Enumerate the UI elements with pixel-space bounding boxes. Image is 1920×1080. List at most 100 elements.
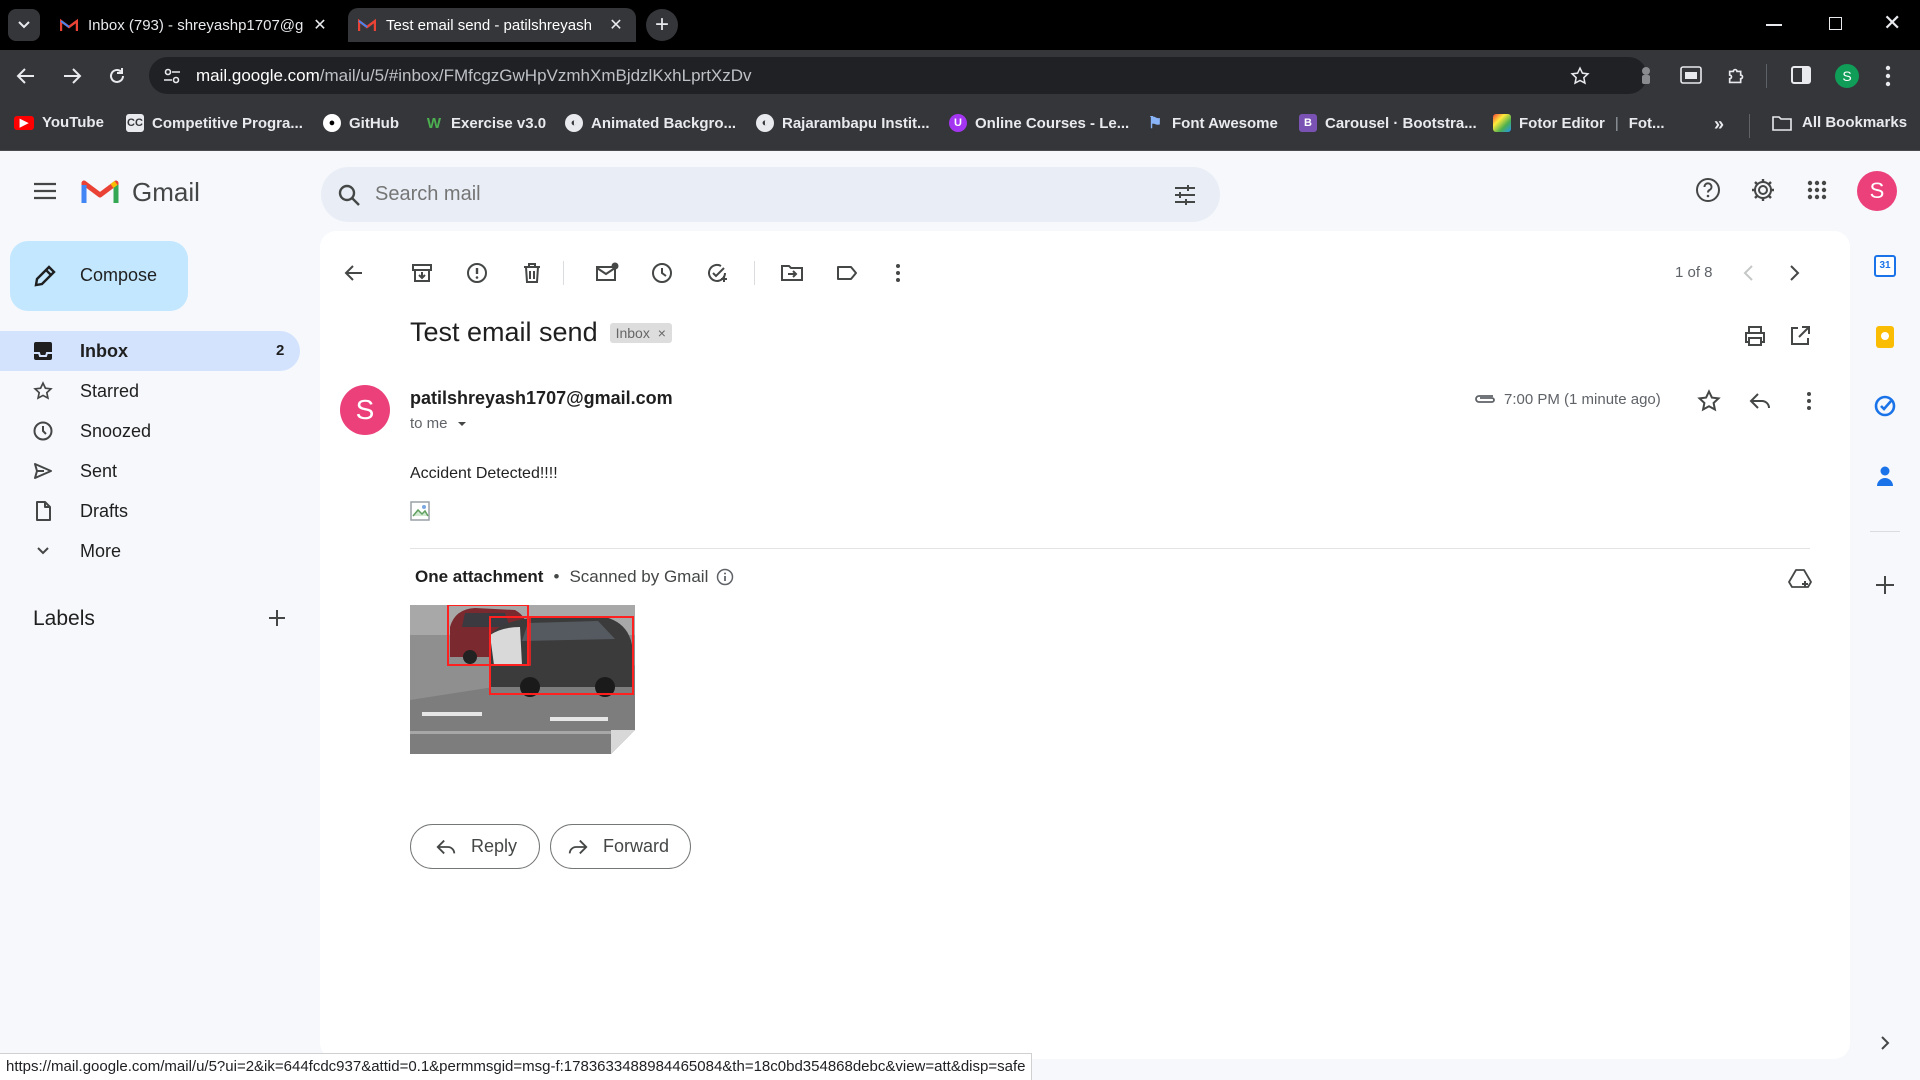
- site-settings-icon[interactable]: [163, 67, 181, 85]
- more-vert-icon[interactable]: [1797, 389, 1821, 413]
- folder-icon: [1772, 115, 1792, 131]
- gmail-logo-icon[interactable]: [81, 177, 119, 205]
- apps-grid-icon[interactable]: [1807, 180, 1827, 200]
- side-panel-icon[interactable]: [1791, 66, 1811, 84]
- reply-button[interactable]: Reply: [410, 824, 540, 869]
- recipient-text: to me: [410, 415, 448, 432]
- bookmark-online-courses[interactable]: U Online Courses - Le...: [949, 114, 1129, 132]
- add-label-icon[interactable]: [268, 609, 286, 627]
- cast-icon[interactable]: [1680, 66, 1702, 84]
- forward-label: Forward: [603, 836, 670, 856]
- move-to-folder-icon[interactable]: [780, 261, 804, 285]
- nav-drafts[interactable]: Drafts: [0, 491, 300, 531]
- puzzle-extensions-icon[interactable]: [1726, 65, 1748, 87]
- delete-trash-icon[interactable]: [520, 261, 544, 285]
- nav-snoozed[interactable]: Snoozed: [0, 411, 300, 451]
- forward-arrow-icon[interactable]: [62, 66, 82, 86]
- bookmark-font-awesome[interactable]: ⚑ Font Awesome: [1146, 114, 1278, 133]
- close-icon[interactable]: ✕: [606, 15, 626, 35]
- nav-label: Snoozed: [80, 421, 152, 441]
- accident-image: [410, 605, 635, 754]
- email-time: 7:00 PM (1 minute ago): [1504, 391, 1661, 408]
- archive-icon[interactable]: [410, 261, 434, 285]
- link-status-bar: https://mail.google.com/mail/u/5?ui=2&ik…: [0, 1053, 1033, 1080]
- forward-button[interactable]: Forward: [550, 824, 691, 869]
- inbox-icon: [34, 342, 52, 360]
- side-panel-contacts-icon[interactable]: [1876, 465, 1894, 487]
- minimize-button[interactable]: [1766, 24, 1782, 26]
- bookmarks-overflow[interactable]: »: [1714, 114, 1724, 135]
- gmail-app: Gmail S Compose Inbox 2 Starred Snoozed …: [0, 151, 1920, 1080]
- tab-test-email[interactable]: Test email send - patilshreyash ✕: [348, 8, 636, 42]
- reload-icon[interactable]: [107, 66, 127, 86]
- close-icon[interactable]: ✕: [310, 15, 330, 35]
- report-spam-icon[interactable]: [465, 261, 489, 285]
- more-vert-icon[interactable]: [1885, 65, 1891, 87]
- print-icon[interactable]: [1743, 324, 1767, 348]
- prev-chevron-icon[interactable]: [1737, 261, 1761, 285]
- back-icon[interactable]: [342, 261, 366, 285]
- compose-button[interactable]: Compose: [10, 241, 188, 311]
- attachment-header: One attachment • Scanned by Gmail: [415, 567, 734, 587]
- open-new-window-icon[interactable]: [1788, 324, 1812, 348]
- all-bookmarks-button[interactable]: All Bookmarks: [1772, 114, 1907, 131]
- save-to-drive-icon[interactable]: [1788, 567, 1812, 591]
- remove-label-icon[interactable]: ×: [658, 325, 666, 341]
- side-panel-tasks-icon[interactable]: [1874, 395, 1896, 417]
- bookmark-rajarambapu[interactable]: ◐ Rajarambapu Instit...: [756, 114, 930, 132]
- search-input[interactable]: [375, 179, 1135, 209]
- bookmark-github[interactable]: ● GitHub: [323, 114, 399, 132]
- nav-starred[interactable]: Starred: [0, 371, 300, 411]
- snooze-clock-icon[interactable]: [650, 261, 674, 285]
- more-vert-icon[interactable]: [886, 261, 910, 285]
- tune-filter-icon[interactable]: [1173, 183, 1197, 207]
- sender-avatar[interactable]: S: [340, 385, 390, 435]
- draft-file-icon: [36, 501, 51, 521]
- tab-search-button[interactable]: [8, 9, 40, 41]
- side-panel-calendar[interactable]: 31: [1874, 255, 1896, 277]
- new-tab-button[interactable]: +: [646, 9, 678, 41]
- extension-icon[interactable]: [1637, 65, 1655, 85]
- bookmark-carousel[interactable]: B Carousel · Bootstra...: [1299, 114, 1477, 132]
- back-arrow-icon[interactable]: [16, 66, 36, 86]
- expand-panel-chevron-icon[interactable]: [1878, 1035, 1892, 1051]
- youtube-icon: ▶: [14, 115, 34, 130]
- reply-icon[interactable]: [1748, 389, 1772, 413]
- github-icon: ●: [323, 114, 341, 132]
- nav-inbox[interactable]: Inbox 2: [0, 331, 300, 371]
- next-chevron-icon[interactable]: [1782, 261, 1806, 285]
- search-icon[interactable]: [337, 183, 361, 207]
- bookmark-animated[interactable]: ◐ Animated Backgro...: [565, 114, 736, 132]
- mark-unread-icon[interactable]: [595, 261, 619, 285]
- add-addon-icon[interactable]: [1875, 575, 1895, 595]
- address-bar[interactable]: mail.google.com/mail/u/5/#inbox/FMfcgzGw…: [149, 57, 1647, 94]
- help-icon[interactable]: [1695, 177, 1721, 203]
- bookmark-fotor[interactable]: Fotor Editor | Fot...: [1493, 114, 1665, 132]
- close-window-button[interactable]: ✕: [1883, 10, 1901, 36]
- bookmark-label: Online Courses - Le...: [975, 114, 1130, 132]
- search-bar[interactable]: [321, 167, 1220, 222]
- tab-inbox[interactable]: Inbox (793) - shreyashp1707@g ✕: [50, 8, 340, 42]
- nav-sent[interactable]: Sent: [0, 451, 300, 491]
- bookmark-label: Fotor Editor: [1519, 114, 1605, 132]
- main-menu-icon[interactable]: [33, 182, 57, 200]
- label-tag-icon[interactable]: [835, 261, 859, 285]
- restore-button[interactable]: [1829, 17, 1842, 30]
- star-icon[interactable]: [1697, 389, 1721, 413]
- add-task-icon[interactable]: [705, 261, 729, 285]
- settings-gear-icon[interactable]: [1750, 177, 1776, 203]
- recipient-row[interactable]: to me: [410, 415, 470, 432]
- globe-icon: ◐: [756, 114, 774, 132]
- profile-avatar[interactable]: S: [1835, 64, 1859, 88]
- account-avatar[interactable]: S: [1857, 171, 1897, 211]
- side-panel-keep[interactable]: [1876, 326, 1894, 348]
- star-bookmark-icon[interactable]: [1570, 66, 1590, 86]
- sender-email[interactable]: patilshreyash1707@gmail.com: [410, 388, 673, 409]
- bookmark-exercise[interactable]: W Exercise v3.0: [425, 114, 546, 132]
- nav-more[interactable]: More: [0, 531, 300, 571]
- email-subject: Test email send: [410, 317, 598, 347]
- info-icon[interactable]: [716, 568, 734, 586]
- bookmark-competitive[interactable]: CC Competitive Progra...: [126, 114, 303, 132]
- bookmark-youtube[interactable]: ▶ YouTube: [14, 114, 104, 131]
- attachment-thumbnail[interactable]: [410, 605, 635, 754]
